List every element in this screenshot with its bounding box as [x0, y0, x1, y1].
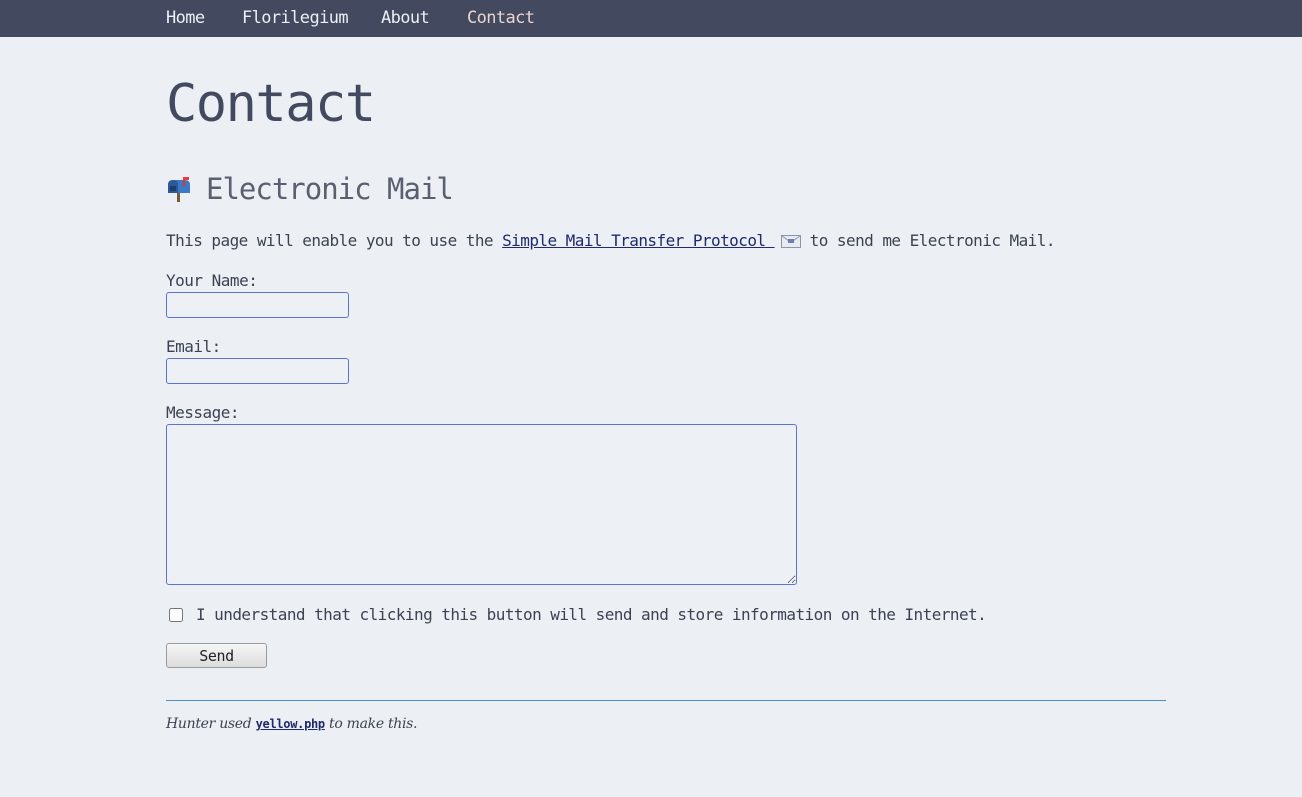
footer-divider: [166, 700, 1166, 701]
nav-florilegium[interactable]: Florilegium: [242, 8, 349, 28]
message-label: Message:: [166, 403, 240, 422]
smtp-link-text[interactable]: Simple Mail Transfer Protocol: [502, 231, 766, 250]
intro-after: to send me Electronic Mail.: [800, 231, 1056, 250]
message-textarea[interactable]: [166, 424, 797, 585]
nav-about[interactable]: About: [381, 8, 430, 28]
send-button[interactable]: Send: [166, 643, 267, 668]
name-input[interactable]: [166, 292, 349, 318]
footer-after: to make this.: [324, 716, 418, 732]
yellow-php-link[interactable]: yellow.php: [256, 717, 326, 731]
top-navbar: Home Florilegium About Contact: [0, 0, 1302, 37]
footer-text: Hunter used yellow.php to make this.: [166, 715, 418, 733]
consent-checkbox[interactable]: [169, 608, 183, 622]
nav-contact[interactable]: Contact: [467, 8, 535, 28]
nav-home[interactable]: Home: [166, 8, 205, 28]
page-title: Contact: [166, 74, 376, 134]
footer-before: Hunter used: [166, 716, 256, 732]
name-label: Your Name:: [166, 271, 258, 290]
smtp-link[interactable]: Simple Mail Transfer Protocol: [502, 231, 801, 250]
section-heading: Electronic Mail: [166, 172, 454, 206]
email-input[interactable]: [166, 358, 349, 384]
email-label: Email:: [166, 337, 221, 356]
intro-before: This page will enable you to use the: [166, 231, 503, 250]
envelope-icon: [780, 232, 801, 248]
intro-text: This page will enable you to use the Sim…: [166, 230, 1055, 252]
section-heading-text: Electronic Mail: [206, 172, 454, 206]
mailbox-icon: [166, 175, 192, 202]
consent-label[interactable]: I understand that clicking this button w…: [196, 604, 987, 626]
